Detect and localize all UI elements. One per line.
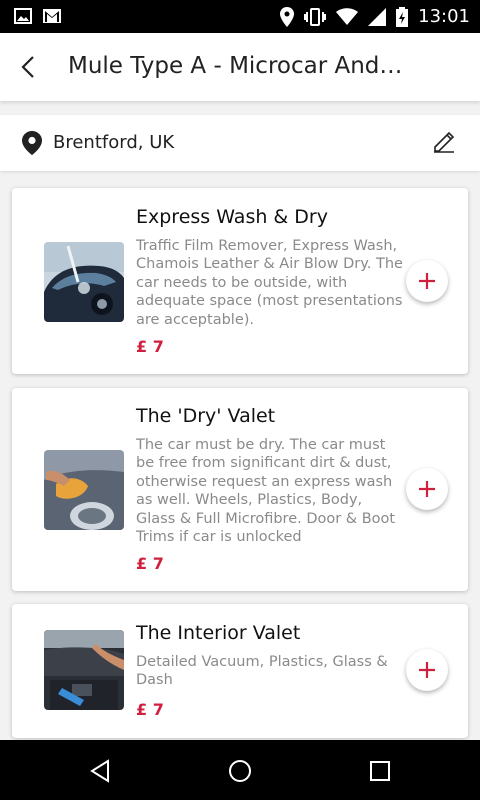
plus-icon xyxy=(419,273,435,289)
signal-icon xyxy=(368,7,387,26)
plus-icon xyxy=(419,481,435,497)
service-title: The 'Dry' Valet xyxy=(136,405,276,427)
pencil-icon xyxy=(434,131,455,153)
service-price: £ 7 xyxy=(136,554,164,573)
add-service-button[interactable] xyxy=(406,649,448,691)
nav-home-button[interactable] xyxy=(225,756,255,786)
service-price: £ 7 xyxy=(136,700,164,719)
service-title: Express Wash & Dry xyxy=(136,206,328,228)
plus-icon xyxy=(419,662,435,678)
edit-location-button[interactable] xyxy=(432,129,460,157)
service-image-express-wash xyxy=(44,242,124,322)
square-recents-icon xyxy=(370,761,390,781)
service-image-interior-valet xyxy=(44,630,124,710)
nav-back-button[interactable] xyxy=(85,756,115,786)
gmail-icon xyxy=(43,9,61,23)
page-title: Mule Type A - Microcar And… xyxy=(68,53,403,79)
service-card[interactable]: The Interior Valet Detailed Vacuum, Plas… xyxy=(12,604,468,738)
service-card[interactable]: Express Wash & Dry Traffic Film Remover,… xyxy=(12,188,468,374)
status-time: 13:01 xyxy=(418,6,470,27)
service-price: £ 7 xyxy=(136,337,164,356)
status-bar: 13:01 xyxy=(0,0,480,33)
add-service-button[interactable] xyxy=(406,468,448,510)
location-pin-icon xyxy=(22,131,42,159)
nav-recents-button[interactable] xyxy=(365,756,395,786)
triangle-back-icon xyxy=(90,759,109,783)
service-image-dry-valet xyxy=(44,450,124,530)
location-bar: Brentford, UK xyxy=(0,115,480,171)
service-description: Detailed Vacuum, Plastics, Glass & Dash xyxy=(136,654,388,689)
service-card[interactable]: The 'Dry' Valet The car must be dry. The… xyxy=(12,388,468,591)
chevron-left-icon xyxy=(21,56,34,78)
location-text: Brentford, UK xyxy=(53,132,175,153)
battery-icon xyxy=(396,6,409,27)
image-notification-icon xyxy=(14,8,32,24)
vibrate-icon xyxy=(304,7,327,26)
back-button[interactable] xyxy=(12,51,44,83)
service-description: Traffic Film Remover, Express Wash, Cham… xyxy=(136,238,403,328)
system-nav-bar xyxy=(0,740,480,800)
wifi-icon xyxy=(336,7,359,25)
app-bar: Mule Type A - Microcar And… xyxy=(0,33,480,101)
circle-home-icon xyxy=(229,760,251,782)
location-status-icon xyxy=(280,6,295,27)
add-service-button[interactable] xyxy=(406,260,448,302)
service-title: The Interior Valet xyxy=(136,622,301,644)
service-description: The car must be dry. The car must be fre… xyxy=(136,437,396,546)
